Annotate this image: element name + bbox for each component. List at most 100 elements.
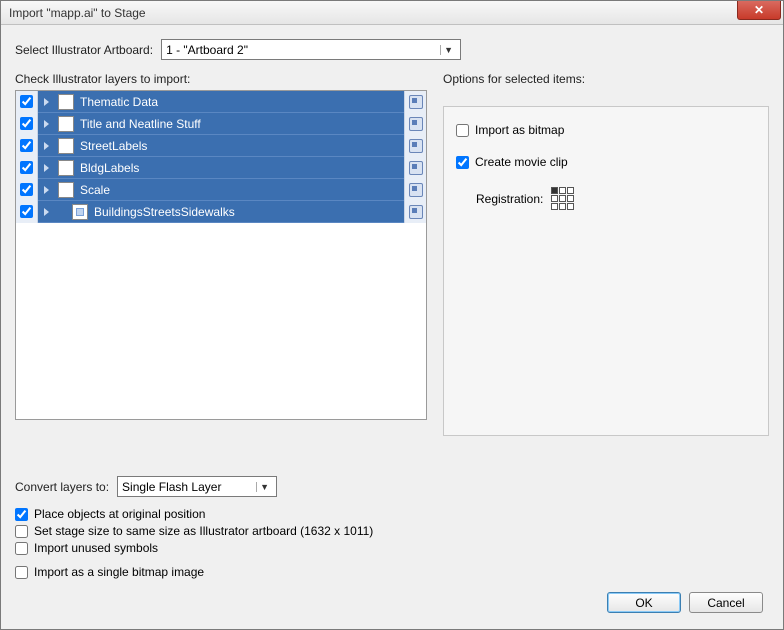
movie-clip-row: Create movie clip <box>456 155 756 169</box>
expand-toggle[interactable] <box>38 164 54 172</box>
triangle-right-icon <box>44 142 49 150</box>
layers-label: Check Illustrator layers to import: <box>15 72 427 86</box>
artboard-label: Select Illustrator Artboard: <box>15 43 153 57</box>
triangle-right-icon <box>44 120 49 128</box>
place-original-checkbox[interactable] <box>15 508 28 521</box>
artboard-select[interactable]: 1 - "Artboard 2" ▼ <box>161 39 461 60</box>
cancel-label: Cancel <box>707 596 744 610</box>
convert-value: Single Flash Layer <box>122 480 256 494</box>
options-column: Options for selected items: Import as bi… <box>443 72 769 436</box>
layer-checkbox-cell <box>16 113 38 135</box>
layer-checkbox-cell <box>16 135 38 157</box>
layer-checkbox-cell <box>16 179 38 201</box>
window-title: Import "mapp.ai" to Stage <box>9 6 146 20</box>
layer-checkbox[interactable] <box>20 139 33 152</box>
artboard-value: 1 - "Artboard 2" <box>166 43 440 57</box>
place-original-label: Place objects at original position <box>34 507 205 521</box>
expand-toggle[interactable] <box>38 142 54 150</box>
layer-options-icon <box>409 95 423 109</box>
place-original-row: Place objects at original position <box>15 507 769 521</box>
cancel-button[interactable]: Cancel <box>689 592 763 613</box>
dialog-content: Select Illustrator Artboard: 1 - "Artboa… <box>1 25 783 629</box>
single-bitmap-checkbox[interactable] <box>15 566 28 579</box>
triangle-right-icon <box>44 164 49 172</box>
layer-row[interactable]: BuildingsStreetsSidewalks <box>16 201 426 223</box>
close-button[interactable]: ✕ <box>737 1 781 20</box>
registration-row: Registration: <box>476 187 756 210</box>
layer-options-icon <box>409 161 423 175</box>
layer-checkbox[interactable] <box>20 161 33 174</box>
layer-name: Scale <box>78 183 404 197</box>
registration-label: Registration: <box>476 192 543 206</box>
layer-name: Title and Neatline Stuff <box>78 117 404 131</box>
layer-name: BuildingsStreetsSidewalks <box>92 205 404 219</box>
layer-options-button[interactable] <box>404 157 426 179</box>
unused-symbols-checkbox[interactable] <box>15 542 28 555</box>
layer-swatch-icon <box>72 204 88 220</box>
layer-list[interactable]: Thematic Data Title and Neatline Stuff Str… <box>15 90 427 420</box>
movie-clip-checkbox[interactable] <box>456 156 469 169</box>
triangle-right-icon <box>44 208 49 216</box>
convert-label: Convert layers to: <box>15 480 109 494</box>
titlebar: Import "mapp.ai" to Stage ✕ <box>1 1 783 25</box>
layer-options-button[interactable] <box>404 179 426 201</box>
layer-name: Thematic Data <box>78 95 404 109</box>
layer-swatch-icon <box>58 160 74 176</box>
layer-checkbox[interactable] <box>20 95 33 108</box>
import-bitmap-row: Import as bitmap <box>456 123 756 137</box>
ok-label: OK <box>635 596 652 610</box>
layer-options-icon <box>409 117 423 131</box>
layer-row[interactable]: StreetLabels <box>16 135 426 157</box>
options-panel: Import as bitmap Create movie clip Regis… <box>443 106 769 436</box>
stage-size-label: Set stage size to same size as Illustrat… <box>34 524 373 538</box>
chevron-down-icon: ▼ <box>256 482 272 492</box>
layer-swatch-icon <box>58 116 74 132</box>
layer-row[interactable]: Thematic Data <box>16 91 426 113</box>
registration-grid[interactable] <box>551 187 574 210</box>
convert-select[interactable]: Single Flash Layer ▼ <box>117 476 277 497</box>
layer-checkbox[interactable] <box>20 183 33 196</box>
layer-options-button[interactable] <box>404 201 426 223</box>
layer-row[interactable]: Title and Neatline Stuff <box>16 113 426 135</box>
options-heading: Options for selected items: <box>443 72 769 86</box>
import-dialog: Import "mapp.ai" to Stage ✕ Select Illus… <box>0 0 784 630</box>
artboard-row: Select Illustrator Artboard: 1 - "Artboa… <box>15 39 769 60</box>
unused-symbols-row: Import unused symbols <box>15 541 769 555</box>
bottom-section: Convert layers to: Single Flash Layer ▼ … <box>15 476 769 582</box>
layer-options-icon <box>409 205 423 219</box>
convert-row: Convert layers to: Single Flash Layer ▼ <box>15 476 769 497</box>
layer-row[interactable]: BldgLabels <box>16 157 426 179</box>
single-bitmap-label: Import as a single bitmap image <box>34 565 204 579</box>
single-bitmap-row: Import as a single bitmap image <box>15 565 769 579</box>
import-bitmap-checkbox[interactable] <box>456 124 469 137</box>
layer-checkbox[interactable] <box>20 205 33 218</box>
layer-checkbox-cell <box>16 157 38 179</box>
expand-toggle[interactable] <box>38 120 54 128</box>
layer-swatch-icon <box>58 138 74 154</box>
layer-name: BldgLabels <box>78 161 404 175</box>
layer-row[interactable]: Scale <box>16 179 426 201</box>
layer-checkbox-cell <box>16 91 38 113</box>
layer-checkbox[interactable] <box>20 117 33 130</box>
chevron-down-icon: ▼ <box>440 45 456 55</box>
layer-options-button[interactable] <box>404 135 426 157</box>
main-columns: Check Illustrator layers to import: Them… <box>15 72 769 436</box>
movie-clip-label: Create movie clip <box>475 155 568 169</box>
unused-symbols-label: Import unused symbols <box>34 541 158 555</box>
expand-toggle[interactable] <box>38 98 54 106</box>
layer-name: StreetLabels <box>78 139 404 153</box>
layer-swatch-icon <box>58 94 74 110</box>
layer-swatch-icon <box>58 182 74 198</box>
expand-toggle[interactable] <box>38 186 54 194</box>
stage-size-checkbox[interactable] <box>15 525 28 538</box>
import-bitmap-label: Import as bitmap <box>475 123 564 137</box>
expand-toggle[interactable] <box>38 208 54 216</box>
ok-button[interactable]: OK <box>607 592 681 613</box>
layer-options-button[interactable] <box>404 113 426 135</box>
layers-column: Check Illustrator layers to import: Them… <box>15 72 427 436</box>
stage-size-row: Set stage size to same size as Illustrat… <box>15 524 769 538</box>
layer-options-button[interactable] <box>404 91 426 113</box>
layer-options-icon <box>409 139 423 153</box>
button-row: OK Cancel <box>15 592 769 619</box>
close-icon: ✕ <box>754 3 764 17</box>
